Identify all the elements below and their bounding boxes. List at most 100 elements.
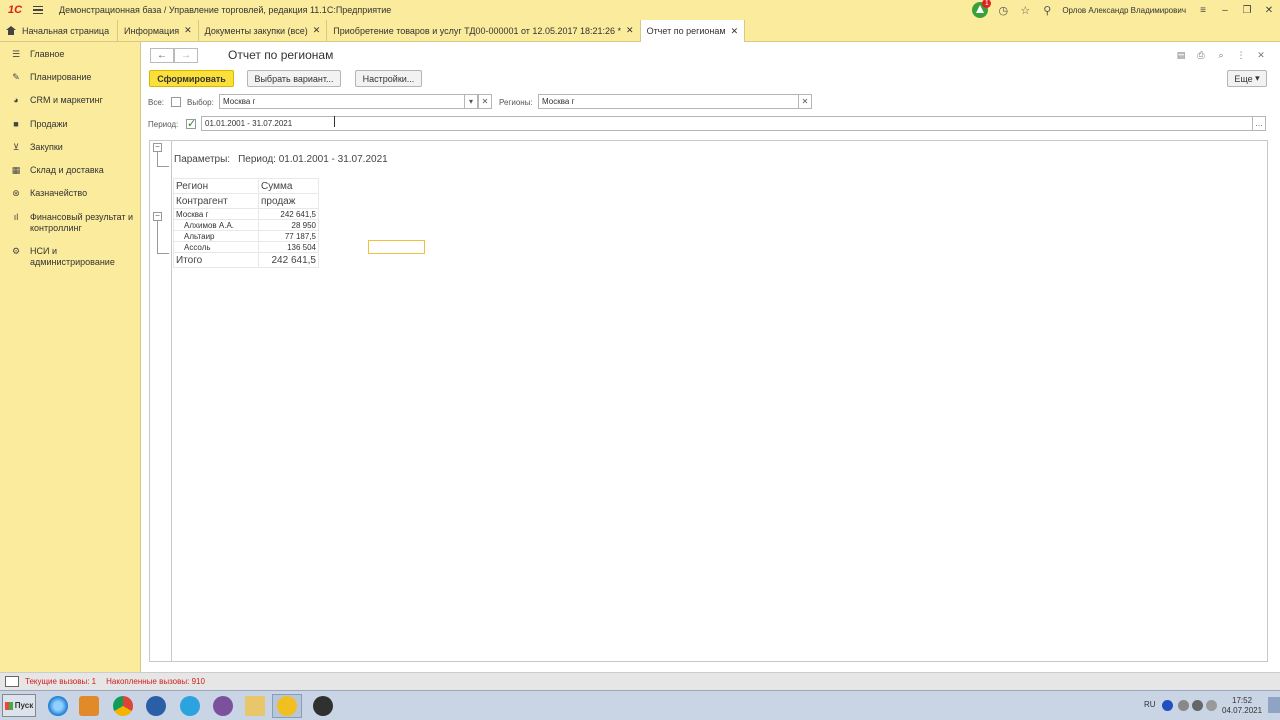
more-button[interactable]: Еще ▾ bbox=[1227, 70, 1267, 87]
1c-app-icon[interactable] bbox=[272, 694, 302, 718]
row-name: Ассоль bbox=[173, 241, 259, 253]
notification-icon[interactable]: 1 bbox=[972, 0, 992, 18]
volume-icon[interactable] bbox=[1206, 700, 1217, 711]
tab-home[interactable]: Начальная страница bbox=[0, 20, 118, 41]
selection-clear-icon[interactable]: ✕ bbox=[478, 94, 492, 109]
settings-lines-icon[interactable]: ≡ bbox=[1192, 0, 1214, 20]
back-button[interactable]: ← bbox=[150, 48, 174, 63]
selection-field[interactable]: Москва г bbox=[219, 94, 465, 109]
sidebar-item-planning[interactable]: ✎ Планирование bbox=[0, 72, 135, 83]
tab-purchase-doc[interactable]: Приобретение товаров и услуг ТД00-000001… bbox=[327, 20, 641, 41]
language-indicator[interactable]: RU bbox=[1144, 700, 1156, 709]
table-row[interactable]: Алхимов А.А. 28 950 bbox=[173, 219, 319, 231]
group-tick bbox=[157, 166, 169, 167]
table-row[interactable]: Москва г 242 641,5 bbox=[173, 208, 319, 220]
sidebar-item-treasury[interactable]: ⊛ Казначейство bbox=[0, 188, 135, 199]
group-name: Москва г bbox=[173, 208, 259, 220]
show-desktop-button[interactable] bbox=[1268, 697, 1280, 713]
tab-close-icon[interactable]: ✕ bbox=[313, 25, 321, 36]
selection-label: Выбор: bbox=[187, 98, 214, 107]
generate-button[interactable]: Сформировать bbox=[149, 70, 234, 87]
tab-label: Информация bbox=[124, 25, 180, 36]
monitor-icon[interactable] bbox=[5, 676, 19, 687]
tab-home-label: Начальная страница bbox=[22, 25, 110, 36]
sidebar-item-warehouse[interactable]: ▦ Склад и доставка bbox=[0, 165, 135, 176]
collapse-region-icon[interactable]: − bbox=[153, 212, 162, 221]
regions-field[interactable]: Москва г bbox=[538, 94, 800, 109]
text-cursor-icon bbox=[334, 116, 338, 127]
sidebar-item-admin[interactable]: ⚙ НСИ и администрирование bbox=[0, 246, 135, 268]
search-icon[interactable]: ⚲ bbox=[1036, 0, 1058, 20]
app-title: Демонстрационная база / Управление торго… bbox=[59, 5, 392, 15]
sidebar-item-finance[interactable]: ıl Финансовый результат и контроллинг bbox=[0, 212, 135, 234]
help-icon[interactable] bbox=[1162, 700, 1173, 711]
tab-label: Отчет по регионам bbox=[646, 26, 726, 36]
all-checkbox[interactable] bbox=[171, 97, 181, 107]
main-menu-icon[interactable] bbox=[33, 0, 51, 20]
tab-close-icon[interactable]: ✕ bbox=[731, 26, 739, 37]
network-icon[interactable] bbox=[1178, 700, 1189, 711]
header-sum: Сумма bbox=[258, 178, 319, 194]
start-button[interactable]: Пуск bbox=[2, 694, 36, 717]
sidebar-item-purchases[interactable]: ⊻ Закупки bbox=[0, 142, 135, 153]
selected-cell[interactable] bbox=[368, 240, 425, 254]
more-vertical-icon[interactable]: ⋮ bbox=[1234, 48, 1248, 62]
header-region: Регион bbox=[173, 178, 259, 194]
tab-information[interactable]: Информация ✕ bbox=[118, 20, 199, 41]
settings-button[interactable]: Настройки... bbox=[355, 70, 422, 87]
row-value: 77 187,5 bbox=[258, 230, 319, 242]
obs-icon[interactable] bbox=[308, 694, 338, 718]
history-icon[interactable]: ◷ bbox=[992, 0, 1014, 20]
user-name[interactable]: Орлов Александр Владимирович bbox=[1062, 6, 1186, 15]
tab-close-icon[interactable]: ✕ bbox=[626, 25, 634, 36]
tray-expand-icon[interactable] bbox=[1192, 700, 1203, 711]
chart-icon: ıl bbox=[13, 212, 19, 222]
status-bar: Текущие вызовы: 1 Накопленные вызовы: 91… bbox=[0, 672, 1280, 690]
clock[interactable]: 17:52 04.07.2021 bbox=[1222, 696, 1262, 716]
choose-variant-button[interactable]: Выбрать вариант... bbox=[247, 70, 341, 87]
restore-button[interactable]: ❐ bbox=[1236, 0, 1258, 20]
group-line bbox=[157, 152, 158, 166]
viber-icon[interactable] bbox=[208, 694, 238, 718]
forward-button[interactable]: → bbox=[174, 48, 198, 63]
clock-time: 17:52 bbox=[1232, 696, 1253, 705]
explorer-folder-icon[interactable] bbox=[240, 694, 270, 718]
chrome-icon[interactable] bbox=[108, 694, 138, 718]
close-window-button[interactable]: ✕ bbox=[1258, 0, 1280, 20]
period-checkbox[interactable] bbox=[186, 117, 196, 130]
params-label: Параметры: bbox=[174, 154, 231, 165]
minimize-button[interactable]: – bbox=[1214, 0, 1236, 20]
ie-icon[interactable] bbox=[43, 694, 73, 718]
period-select-icon[interactable]: … bbox=[1252, 116, 1266, 131]
sidebar-item-sales[interactable]: ■ Продажи bbox=[0, 119, 135, 130]
sidebar: ☰ Главное ✎ Планирование ◕ CRM и маркети… bbox=[0, 42, 141, 672]
table-row[interactable]: Альтаир 77 187,5 bbox=[173, 230, 319, 242]
group-tick bbox=[157, 253, 169, 254]
sidebar-item-main[interactable]: ☰ Главное bbox=[0, 49, 135, 60]
table-row[interactable]: Ассоль 136 504 bbox=[173, 241, 319, 253]
windows-flag-icon bbox=[4, 701, 13, 710]
favorites-star-icon[interactable]: ☆ bbox=[1014, 0, 1036, 20]
print-icon[interactable]: ⎙ bbox=[1194, 48, 1208, 62]
save-icon[interactable]: ▤ bbox=[1174, 48, 1188, 62]
thunderbird-icon[interactable] bbox=[141, 694, 171, 718]
regions-clear-icon[interactable]: ✕ bbox=[798, 94, 812, 109]
close-icon[interactable]: ✕ bbox=[1254, 48, 1268, 62]
preview-icon[interactable]: ⌕ bbox=[1214, 48, 1228, 62]
notification-badge: 1 bbox=[982, 0, 992, 8]
tab-bar: Начальная страница Информация ✕ Документ… bbox=[0, 20, 1280, 42]
collapse-group-icon[interactable]: − bbox=[153, 143, 162, 152]
selection-dropdown-icon[interactable]: ▾ bbox=[464, 94, 478, 109]
period-field[interactable]: 01.01.2001 - 31.07.2021 bbox=[201, 116, 1254, 131]
total-row[interactable]: Итого 242 641,5 bbox=[173, 252, 319, 268]
1c-logo: 1С bbox=[7, 4, 23, 16]
tab-region-report[interactable]: Отчет по регионам ✕ bbox=[640, 20, 746, 42]
tab-purchase-documents[interactable]: Документы закупки (все) ✕ bbox=[199, 20, 328, 41]
accumulated-calls: Накопленные вызовы: 910 bbox=[106, 677, 205, 686]
media-player-icon[interactable] bbox=[74, 694, 104, 718]
row-value: 136 504 bbox=[258, 241, 319, 253]
telegram-icon[interactable] bbox=[175, 694, 205, 718]
sidebar-item-crm[interactable]: ◕ CRM и маркетинг bbox=[0, 95, 135, 106]
report-area[interactable]: − − Параметры: Период: 01.01.2001 - 31.07… bbox=[149, 140, 1268, 662]
tab-close-icon[interactable]: ✕ bbox=[184, 25, 192, 36]
